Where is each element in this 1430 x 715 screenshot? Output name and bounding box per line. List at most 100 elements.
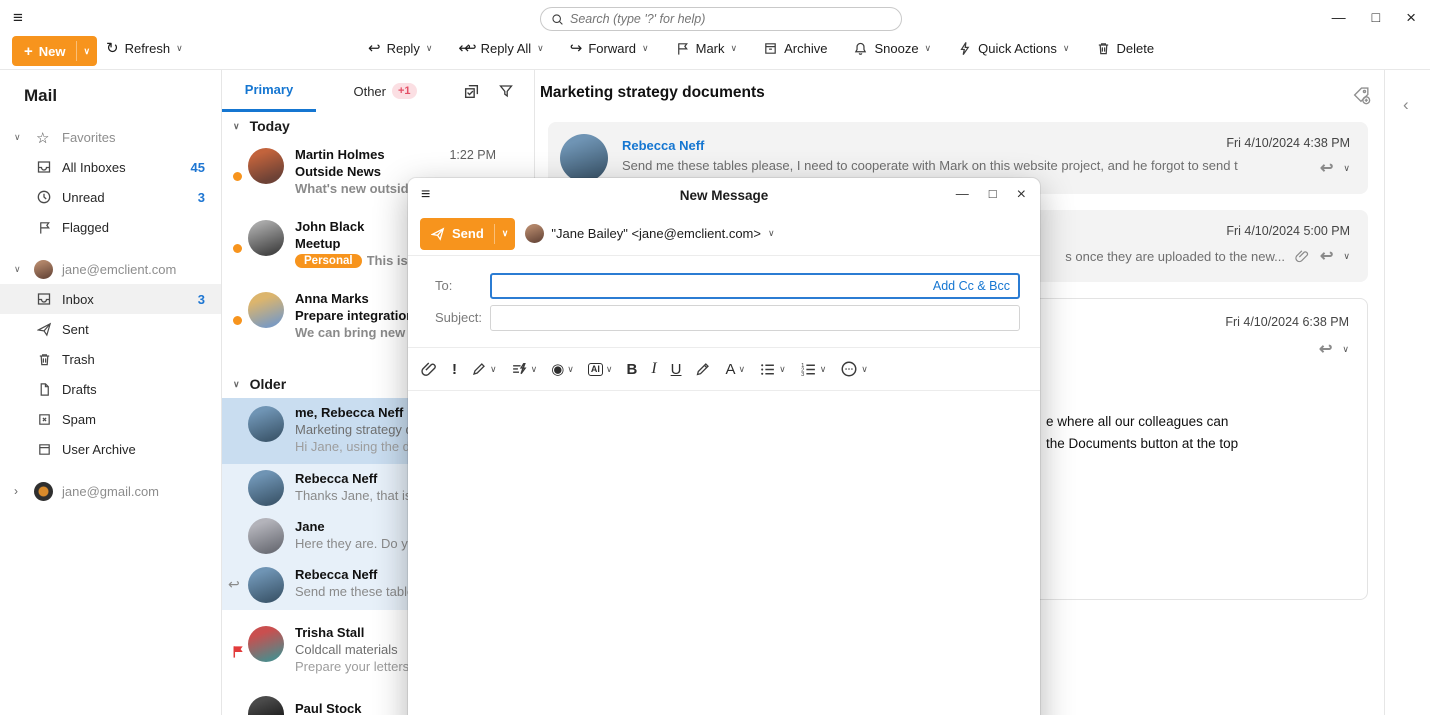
archive-icon	[36, 441, 52, 457]
compose-menu-icon[interactable]: ≡	[421, 186, 430, 204]
sidebar-item-all-inboxes[interactable]: All Inboxes 45	[0, 152, 221, 182]
forward-button[interactable]: ↪ Forward∨	[570, 41, 649, 56]
sidebar-item-spam[interactable]: Spam	[0, 404, 221, 434]
format-painter-button[interactable]	[695, 361, 711, 377]
send-plane-icon	[431, 227, 445, 241]
reply-all-button[interactable]: ↩↩ Reply All∨	[458, 41, 543, 56]
send-button[interactable]: Send ∨	[420, 218, 515, 250]
account-emclient[interactable]: ∨ jane@emclient.com	[0, 254, 221, 284]
sidebar-item-inbox[interactable]: Inbox 3	[0, 284, 221, 314]
unread-dot	[233, 316, 242, 325]
flag-icon	[36, 219, 52, 235]
compose-minimize-icon[interactable]: —	[956, 186, 969, 204]
search-icon	[551, 13, 564, 26]
section-today[interactable]: ∨Today	[222, 112, 534, 140]
favorites-group[interactable]: ∨ ☆ Favorites	[0, 122, 221, 152]
bullet-list-button[interactable]: ∨	[759, 361, 786, 378]
compose-send-row: Send ∨ "Jane Bailey" <jane@emclient.com>…	[408, 212, 1040, 256]
message-date: Fri 4/10/2024 5:00 PM	[1226, 224, 1350, 238]
tab-primary[interactable]: Primary	[222, 70, 316, 112]
new-dropdown-icon[interactable]: ∨	[77, 46, 98, 57]
ai-assistant-button[interactable]: AI∨	[588, 363, 613, 376]
collapse-icon[interactable]: ∨	[14, 132, 21, 143]
sidebar-item-sent[interactable]: Sent	[0, 314, 221, 344]
replied-icon: ↩	[228, 576, 240, 593]
inbox-icon	[36, 291, 52, 307]
sidebar-item-user-archive[interactable]: User Archive	[0, 434, 221, 464]
underline-button[interactable]: U	[671, 361, 682, 378]
attach-button[interactable]	[421, 361, 438, 378]
refresh-icon: ↻	[106, 41, 119, 56]
bold-button[interactable]: B	[626, 361, 637, 378]
message-sender[interactable]: Rebecca Neff	[622, 138, 704, 153]
unread-dot	[233, 172, 242, 181]
app-menu-icon[interactable]: ≡	[13, 8, 23, 28]
send-dropdown-icon[interactable]: ∨	[495, 228, 516, 239]
avatar	[248, 696, 284, 715]
compose-maximize-icon[interactable]: □	[989, 186, 997, 204]
compose-body[interactable]	[408, 391, 1040, 715]
subject-input[interactable]	[491, 306, 1019, 330]
quick-text-button[interactable]: ∨	[511, 361, 538, 378]
collapse-icon[interactable]: ∨	[14, 264, 21, 275]
expand-panel-icon[interactable]: ‹	[1403, 95, 1409, 115]
from-selector[interactable]: "Jane Bailey" <jane@emclient.com> ∨	[525, 224, 774, 243]
filter-icon[interactable]	[498, 83, 514, 100]
compose-close-icon[interactable]: ×	[1017, 186, 1026, 204]
right-sidebar-strip: ‹	[1385, 70, 1430, 715]
archive-button[interactable]: Archive	[763, 41, 827, 56]
sidebar-item-flagged[interactable]: Flagged	[0, 212, 221, 242]
from-address: "Jane Bailey" <jane@emclient.com>	[551, 226, 761, 241]
unread-count: 3	[198, 292, 205, 307]
global-search[interactable]	[540, 7, 902, 31]
avatar	[248, 220, 284, 256]
to-input[interactable]	[492, 275, 933, 297]
expand-icon[interactable]: ›	[14, 484, 18, 498]
list-tabbar: Primary Other +1	[222, 70, 534, 112]
to-row: To: Add Cc & Bcc	[408, 273, 1020, 299]
tracking-button[interactable]: ◉∨	[551, 362, 574, 377]
select-messages-icon[interactable]	[463, 83, 480, 100]
plus-icon: +	[24, 43, 33, 60]
from-dropdown-icon[interactable]: ∨	[768, 229, 775, 238]
message-actions-icon[interactable]: ∨	[1343, 164, 1350, 173]
sidebar-item-drafts[interactable]: Drafts	[0, 374, 221, 404]
reply-icon[interactable]: ↩	[1320, 158, 1333, 178]
message-actions-icon[interactable]: ∨	[1342, 345, 1349, 354]
font-color-button[interactable]: A∨	[725, 362, 745, 377]
add-cc-bcc-link[interactable]: Add Cc & Bcc	[933, 279, 1018, 293]
sidebar-item-trash[interactable]: Trash	[0, 344, 221, 374]
more-options-button[interactable]: ∨	[840, 360, 868, 378]
unread-dot	[233, 244, 242, 253]
from-avatar	[525, 224, 544, 243]
search-input[interactable]	[570, 12, 891, 26]
minimize-icon[interactable]: —	[1332, 10, 1346, 24]
quick-text-icon	[511, 361, 528, 378]
importance-button[interactable]: !	[452, 362, 457, 377]
reply-icon[interactable]: ↩	[1320, 246, 1333, 266]
quick-actions-button[interactable]: Quick Actions∨	[957, 41, 1069, 56]
tab-other[interactable]: Other +1	[330, 70, 440, 112]
delete-button[interactable]: Delete	[1096, 41, 1155, 56]
compose-titlebar: ≡ New Message — □ ×	[408, 178, 1040, 212]
sidebar-item-unread[interactable]: Unread 3	[0, 182, 221, 212]
message-actions-icon[interactable]: ∨	[1343, 252, 1350, 261]
refresh-button[interactable]: ↻ Refresh ∨	[106, 41, 183, 56]
reply-all-icon: ↩↩	[458, 41, 469, 56]
italic-button[interactable]: I	[651, 360, 656, 378]
snooze-button[interactable]: Snooze∨	[853, 41, 931, 56]
add-tag-icon[interactable]	[1352, 86, 1371, 105]
numbered-list-icon: 123	[800, 361, 817, 378]
new-button[interactable]: +New ∨	[12, 36, 97, 66]
maximize-icon[interactable]: □	[1372, 10, 1380, 24]
page-icon	[36, 381, 52, 397]
signature-button[interactable]: ∨	[471, 361, 497, 377]
reply-button[interactable]: ↩ Reply∨	[368, 41, 432, 56]
reply-icon[interactable]: ↩	[1319, 339, 1332, 359]
mark-button[interactable]: Mark∨	[675, 41, 737, 56]
close-icon[interactable]: ×	[1406, 9, 1416, 26]
numbered-list-button[interactable]: 123∨	[800, 361, 827, 378]
paperclip-icon	[421, 361, 438, 378]
account-gmail[interactable]: › jane@gmail.com	[0, 476, 221, 506]
svg-text:3: 3	[801, 371, 804, 377]
